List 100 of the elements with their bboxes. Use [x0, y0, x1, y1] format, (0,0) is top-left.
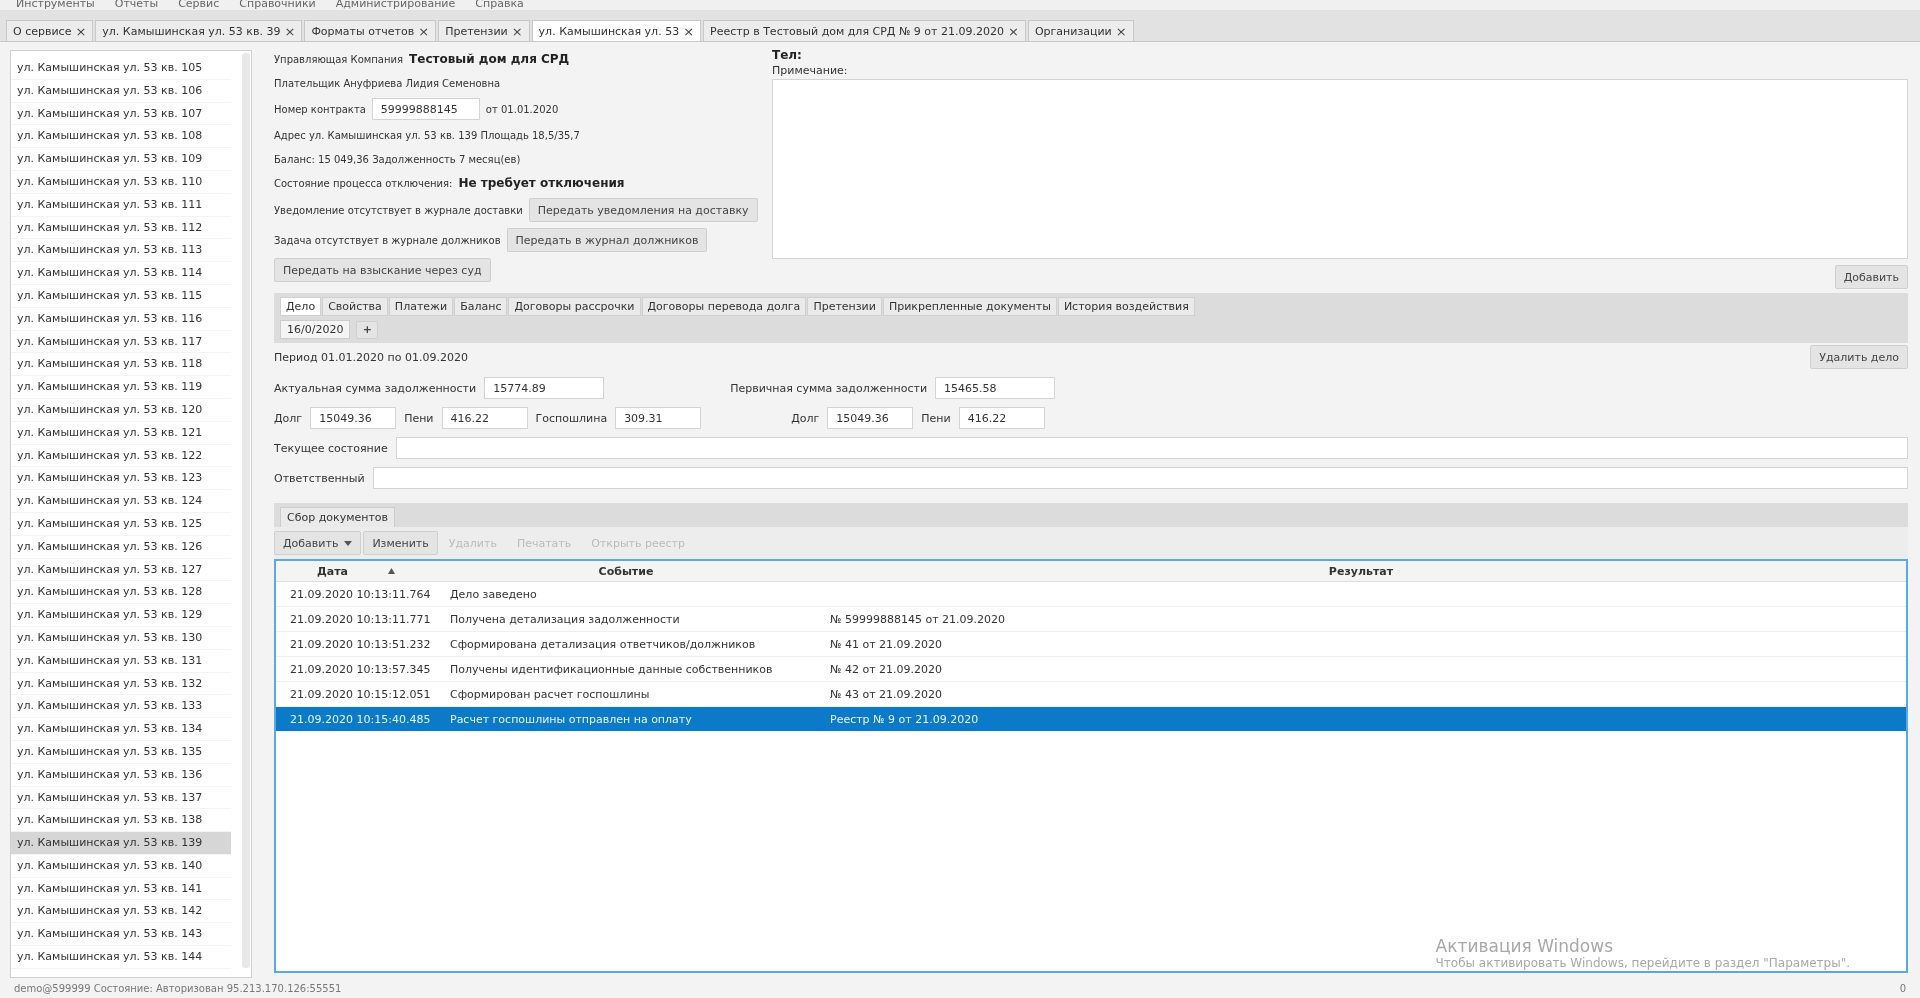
document-tab[interactable]: Форматы отчетов ×	[304, 20, 437, 41]
close-icon[interactable]: ×	[683, 23, 695, 39]
close-icon[interactable]: ×	[511, 23, 523, 39]
add-case-button[interactable]: +	[356, 320, 379, 339]
apartment-item[interactable]: ул. Камышинская ул. 53 кв. 111	[11, 193, 231, 217]
apartment-item[interactable]: ул. Камышинская ул. 53 кв. 144	[11, 946, 231, 969]
case-tab[interactable]: Платежи	[388, 297, 454, 316]
close-icon[interactable]: ×	[1007, 23, 1019, 39]
amount-field[interactable]: 15465.58	[935, 377, 1056, 399]
apartment-item[interactable]: ул. Камышинская ул. 53 кв. 135	[11, 740, 231, 764]
case-tab[interactable]: Свойства	[322, 297, 388, 316]
apartment-item[interactable]: ул. Камышинская ул. 53 кв. 119	[11, 376, 231, 399]
table-cell-text: 21.09.2020 10:13:11.771	[289, 612, 432, 626]
apartment-item[interactable]: ул. Камышинская ул. 53 кв. 130	[11, 626, 231, 650]
apartment-item[interactable]: ул. Камышинская ул. 53 кв. 113	[11, 239, 231, 263]
apartment-item[interactable]: ул. Камышинская ул. 53 кв. 132	[11, 672, 231, 696]
contract-field[interactable]: 59999888145	[371, 98, 480, 120]
column-header[interactable]: Событие	[598, 564, 654, 578]
table-cell-text: Расчет госпошлины отправлен на оплату	[449, 712, 693, 726]
apartment-item[interactable]: ул. Камышинская ул. 53 кв. 140	[11, 854, 231, 878]
column-header[interactable]: Результат	[1328, 564, 1394, 578]
apartment-item[interactable]: ул. Камышинская ул. 53 кв. 108	[11, 125, 231, 149]
apartment-item[interactable]: ул. Камышинская ул. 53 кв. 122	[11, 444, 231, 468]
amount-field[interactable]: 15049.36	[827, 407, 914, 429]
apartment-item[interactable]: ул. Камышинская ул. 53 кв. 124	[11, 490, 231, 513]
case-tab[interactable]: Претензии	[807, 297, 882, 316]
apartment-item[interactable]: ул. Камышинская ул. 53 кв. 115	[11, 284, 231, 308]
add-note-button[interactable]: Добавить	[1834, 265, 1908, 289]
case-tab[interactable]: Дело	[280, 297, 322, 316]
document-tab[interactable]: Реестр в Тестовый дом для СРД № 9 от 21.09.2020 ×	[703, 20, 1026, 41]
scrollbar[interactable]	[242, 53, 250, 968]
table-row[interactable]: 21.09.2020 10:15:40.485 Расчет госпошлины отправлен на оплату Реестр № 9 от 21.09.2020	[276, 707, 1906, 732]
table-row[interactable]: 21.09.2020 10:13:57.345 Получены идентификационные данные собственников № 42 от 21.09.2020	[276, 657, 1906, 682]
amount-field[interactable]: 15774.89	[484, 377, 605, 399]
apartment-item[interactable]: ул. Камышинская ул. 53 кв. 133	[11, 695, 231, 719]
state-field[interactable]	[395, 437, 1908, 459]
apartment-item[interactable]: ул. Камышинская ул. 53 кв. 116	[11, 307, 231, 331]
apartment-item[interactable]: ул. Камышинская ул. 53 кв. 117	[11, 330, 231, 354]
court-button[interactable]: Передать на взыскание через суд	[274, 258, 491, 282]
status-count: 0	[1899, 982, 1906, 994]
case-tab[interactable]: Прикрепленные документы	[882, 297, 1057, 316]
payer-text: Плательщик Ануфриева Лидия Семеновна	[274, 77, 501, 89]
apartment-item[interactable]: ул. Камышинская ул. 53 кв. 142	[11, 900, 231, 924]
apartment-item[interactable]: ул. Камышинская ул. 53 кв. 109	[11, 148, 231, 171]
company-label: Управляющая Компания	[274, 53, 404, 65]
apartment-item[interactable]: ул. Камышинская ул. 53 кв. 126	[11, 535, 231, 559]
case-tab[interactable]: История воздействия	[1057, 297, 1195, 316]
apartment-item[interactable]: ул. Камышинская ул. 53 кв. 143	[11, 923, 231, 947]
company-name: Тестовый дом для СРД	[409, 52, 570, 66]
delete-case-button[interactable]: Удалить дело	[1810, 345, 1908, 369]
apartment-item[interactable]: ул. Камышинская ул. 53 кв. 129	[11, 604, 231, 627]
document-tab[interactable]: О сервисе ×	[6, 20, 94, 41]
close-icon[interactable]: ×	[75, 23, 87, 39]
amount-field[interactable]: 416.22	[441, 407, 528, 429]
apartment-item[interactable]: ул. Камышинская ул. 53 кв. 134	[11, 718, 231, 741]
apartment-item[interactable]: ул. Камышинская ул. 53 кв. 125	[11, 512, 231, 536]
apartment-item[interactable]: ул. Камышинская ул. 53 кв. 106	[11, 79, 231, 103]
table-row[interactable]: 21.09.2020 10:13:11.771 Получена детализация задолженности № 59999888145 от 21.09.2020	[276, 607, 1906, 632]
amount-field[interactable]: 309.31	[615, 407, 702, 429]
apartment-item[interactable]: ул. Камышинская ул. 53 кв. 136	[11, 763, 231, 787]
close-icon[interactable]: ×	[418, 23, 430, 39]
apartment-item[interactable]: ул. Камышинская ул. 53 кв. 123	[11, 467, 231, 491]
section-tab[interactable]: Сбор документов	[280, 507, 396, 527]
case-tab[interactable]: Договоры перевода долга	[641, 297, 807, 316]
apartment-item[interactable]: ул. Камышинская ул. 53 кв. 110	[11, 171, 231, 194]
apartment-item[interactable]: ул. Камышинская ул. 53 кв. 139	[11, 832, 231, 855]
amount-field[interactable]: 416.22	[958, 407, 1045, 429]
toolbar-button[interactable]: Добавить	[274, 531, 362, 555]
column-header[interactable]: Дата	[317, 564, 348, 578]
apartment-item[interactable]: ул. Камышинская ул. 53 кв. 120	[11, 398, 231, 422]
responsible-field[interactable]	[372, 467, 1908, 489]
apartment-item[interactable]: ул. Камышинская ул. 53 кв. 131	[11, 649, 231, 673]
document-tab[interactable]: Организации ×	[1027, 20, 1134, 41]
amount-field[interactable]: 15049.36	[310, 407, 397, 429]
apartment-item[interactable]: ул. Камышинская ул. 53 кв. 105	[11, 57, 231, 80]
apartment-item[interactable]: ул. Камышинская ул. 53 кв. 127	[11, 558, 231, 582]
close-icon[interactable]: ×	[284, 23, 296, 39]
apartment-item[interactable]: ул. Камышинская ул. 53 кв. 114	[11, 262, 231, 285]
case-tab[interactable]: Баланс	[454, 297, 508, 316]
document-tab[interactable]: Претензии ×	[438, 20, 530, 41]
debtor-button[interactable]: Передать в журнал должников	[506, 228, 708, 252]
case-tab[interactable]: Договоры рассрочки	[508, 297, 641, 316]
apartment-item[interactable]: ул. Камышинская ул. 53 кв. 118	[11, 353, 231, 377]
apartment-item[interactable]: ул. Камышинская ул. 53 кв. 107	[11, 102, 231, 126]
table-row[interactable]: 21.09.2020 10:13:11.764 Дело заведено	[276, 582, 1906, 607]
table-row[interactable]: 21.09.2020 10:13:51.232 Сформирована детализация ответчиков/должников № 41 от 21.09.2020	[276, 632, 1906, 657]
disconnect-state: Не требует отключения	[458, 176, 625, 190]
delivery-button[interactable]: Передать уведомления на доставку	[528, 198, 758, 222]
close-icon[interactable]: ×	[1115, 23, 1127, 39]
apartment-item[interactable]: ул. Камышинская ул. 53 кв. 137	[11, 786, 231, 810]
apartment-item[interactable]: ул. Камышинская ул. 53 кв. 121	[11, 421, 231, 445]
document-tab[interactable]: ул. Камышинская ул. 53 кв. 39 ×	[95, 20, 303, 41]
table-cell-text: № 42 от 21.09.2020	[829, 662, 944, 676]
document-tab[interactable]: ул. Камышинская ул. 53 ×	[531, 20, 702, 41]
apartment-item[interactable]: ул. Камышинская ул. 53 кв. 112	[11, 216, 231, 240]
note-field[interactable]	[772, 79, 1908, 259]
toolbar-button[interactable]: Изменить	[363, 531, 438, 555]
case-tab[interactable]: 16/0/2020	[280, 320, 351, 339]
apartment-item[interactable]: ул. Камышинская ул. 53 кв. 141	[11, 877, 231, 901]
apartment-item[interactable]: ул. Камышинская ул. 53 кв. 128	[11, 581, 231, 605]
